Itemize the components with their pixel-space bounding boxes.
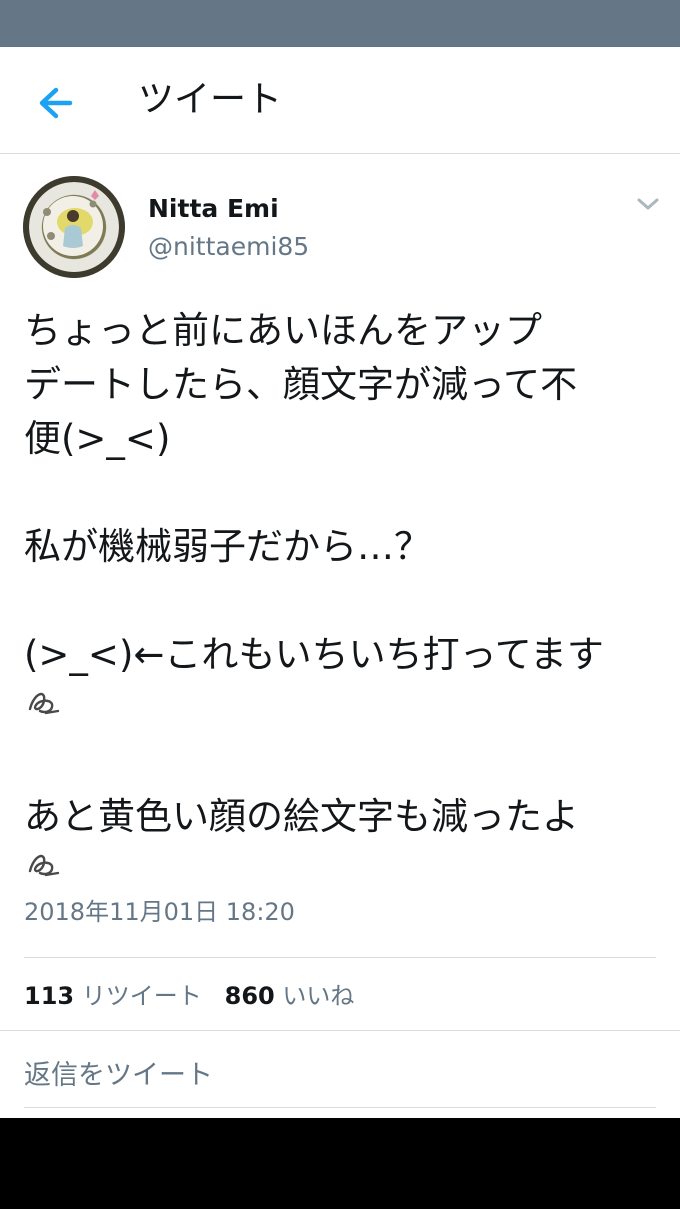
avatar[interactable] bbox=[23, 176, 125, 278]
tweet-stats: 113 リツイート 860 いいね bbox=[24, 979, 354, 1013]
reply-input-underline bbox=[24, 1107, 656, 1108]
retweet-stat[interactable]: 113 リツイート bbox=[24, 982, 202, 1010]
back-button[interactable] bbox=[30, 79, 82, 127]
tweet-text-line: (>_<)←これもいちいち打ってます bbox=[24, 633, 604, 676]
emoji-line bbox=[24, 682, 664, 736]
author-handle[interactable]: @nittaemi85 bbox=[148, 230, 309, 264]
chevron-down-icon bbox=[637, 198, 659, 210]
tweet-options-button[interactable] bbox=[632, 190, 664, 218]
tweet-timestamp: 2018年11月01日 18:20 bbox=[24, 898, 295, 926]
arrow-left-icon bbox=[39, 87, 73, 119]
tweet-text: ちょっと前にあいほんをアップ デートしたら、顔文字が減って不 便(>_<) 私が… bbox=[24, 304, 664, 898]
tweet-text-line: デートしたら、顔文字が減って不 bbox=[24, 363, 578, 406]
retweet-label: リツイート bbox=[81, 982, 202, 1010]
tweet-text-line: ちょっと前にあいほんをアップ bbox=[24, 309, 542, 352]
squiggle-emoji-icon bbox=[28, 692, 60, 715]
emoji-line bbox=[24, 844, 664, 898]
page-title: ツイート bbox=[138, 79, 283, 120]
squiggle-emoji-icon bbox=[28, 854, 60, 877]
like-label: いいね bbox=[282, 982, 355, 1010]
tweet-text-line: 便(>_<) bbox=[24, 417, 171, 460]
status-bar bbox=[0, 0, 680, 47]
reply-input[interactable]: 返信をツイート bbox=[24, 1056, 656, 1096]
tweet-text-line: 私が機械弱子だから…？ bbox=[24, 525, 431, 568]
divider bbox=[0, 1030, 680, 1031]
author-display-name[interactable]: Nitta Emi bbox=[148, 192, 279, 226]
system-nav-bar bbox=[0, 1118, 680, 1209]
like-count: 860 bbox=[224, 982, 275, 1010]
divider bbox=[24, 957, 656, 958]
retweet-count: 113 bbox=[24, 982, 75, 1010]
like-stat[interactable]: 860 いいね bbox=[225, 982, 355, 1010]
tweet-text-line: あと黄色い顔の絵文字も減ったよ bbox=[24, 795, 579, 838]
app-header: ツイート bbox=[0, 47, 680, 154]
tweet-detail: Nitta Emi @nittaemi85 ちょっと前にあいほんをアップ デート… bbox=[0, 154, 680, 1118]
avatar-photo bbox=[23, 176, 125, 278]
